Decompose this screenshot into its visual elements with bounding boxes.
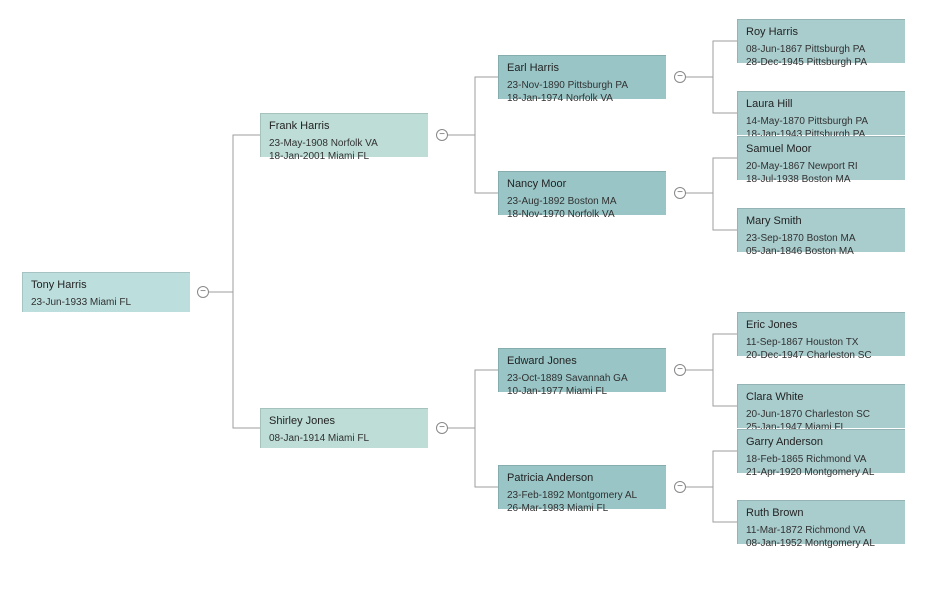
person-death: 28-Dec-1945 Pittsburgh PA bbox=[746, 56, 897, 70]
person-name: Nancy Moor bbox=[507, 177, 658, 192]
person-death: 21-Apr-1920 Montgomery AL bbox=[746, 466, 897, 480]
person-birth: 08-Jan-1914 Miami FL bbox=[269, 432, 420, 446]
person-death: 26-Mar-1983 Miami FL bbox=[507, 502, 658, 516]
person-death: 20-Dec-1947 Charleston SC bbox=[746, 349, 897, 363]
person-name: Clara White bbox=[746, 390, 897, 405]
person-birth: 23-Nov-1890 Pittsburgh PA bbox=[507, 79, 658, 93]
person-death: 18-Jan-1974 Norfolk VA bbox=[507, 92, 658, 106]
person-name: Tony Harris bbox=[31, 278, 182, 293]
person-node-great-grandparent[interactable]: Roy Harris 08-Jun-1867 Pittsburgh PA 28-… bbox=[737, 19, 905, 63]
person-death: 18-Jan-2001 Miami FL bbox=[269, 150, 420, 164]
person-birth: 23-Feb-1892 Montgomery AL bbox=[507, 489, 658, 503]
person-node-maternal-grandmother[interactable]: Patricia Anderson 23-Feb-1892 Montgomery… bbox=[498, 465, 666, 509]
person-birth: 14-May-1870 Pittsburgh PA bbox=[746, 115, 897, 129]
person-node-father[interactable]: Frank Harris 23-May-1908 Norfolk VA 18-J… bbox=[260, 113, 428, 157]
collapse-toggle[interactable]: − bbox=[436, 129, 448, 141]
person-birth: 23-Jun-1933 Miami FL bbox=[31, 296, 182, 310]
person-birth: 20-May-1867 Newport RI bbox=[746, 160, 897, 174]
collapse-toggle[interactable]: − bbox=[674, 71, 686, 83]
person-name: Laura Hill bbox=[746, 97, 897, 112]
person-name: Edward Jones bbox=[507, 354, 658, 369]
person-node-great-grandparent[interactable]: Clara White 20-Jun-1870 Charleston SC 25… bbox=[737, 384, 905, 428]
person-name: Garry Anderson bbox=[746, 435, 897, 450]
person-birth: 23-May-1908 Norfolk VA bbox=[269, 137, 420, 151]
person-node-paternal-grandfather[interactable]: Earl Harris 23-Nov-1890 Pittsburgh PA 18… bbox=[498, 55, 666, 99]
person-node-great-grandparent[interactable]: Laura Hill 14-May-1870 Pittsburgh PA 18-… bbox=[737, 91, 905, 135]
person-birth: 23-Aug-1892 Boston MA bbox=[507, 195, 658, 209]
person-death: 18-Nov-1970 Norfolk VA bbox=[507, 208, 658, 222]
person-node-root[interactable]: Tony Harris 23-Jun-1933 Miami FL bbox=[22, 272, 190, 312]
collapse-toggle[interactable]: − bbox=[674, 364, 686, 376]
person-name: Mary Smith bbox=[746, 214, 897, 229]
person-node-great-grandparent[interactable]: Mary Smith 23-Sep-1870 Boston MA 05-Jan-… bbox=[737, 208, 905, 252]
person-name: Samuel Moor bbox=[746, 142, 897, 157]
person-node-great-grandparent[interactable]: Eric Jones 11-Sep-1867 Houston TX 20-Dec… bbox=[737, 312, 905, 356]
collapse-toggle[interactable]: − bbox=[436, 422, 448, 434]
person-node-maternal-grandfather[interactable]: Edward Jones 23-Oct-1889 Savannah GA 10-… bbox=[498, 348, 666, 392]
person-birth: 11-Mar-1872 Richmond VA bbox=[746, 524, 897, 538]
collapse-toggle[interactable]: − bbox=[674, 187, 686, 199]
collapse-toggle[interactable]: − bbox=[197, 286, 209, 298]
person-name: Frank Harris bbox=[269, 119, 420, 134]
collapse-toggle[interactable]: − bbox=[674, 481, 686, 493]
person-name: Ruth Brown bbox=[746, 506, 897, 521]
person-birth: 08-Jun-1867 Pittsburgh PA bbox=[746, 43, 897, 57]
person-birth: 20-Jun-1870 Charleston SC bbox=[746, 408, 897, 422]
person-death: 05-Jan-1846 Boston MA bbox=[746, 245, 897, 259]
person-node-mother[interactable]: Shirley Jones 08-Jan-1914 Miami FL bbox=[260, 408, 428, 448]
person-birth: 11-Sep-1867 Houston TX bbox=[746, 336, 897, 350]
person-death: 10-Jan-1977 Miami FL bbox=[507, 385, 658, 399]
person-node-great-grandparent[interactable]: Ruth Brown 11-Mar-1872 Richmond VA 08-Ja… bbox=[737, 500, 905, 544]
person-name: Shirley Jones bbox=[269, 414, 420, 429]
person-name: Earl Harris bbox=[507, 61, 658, 76]
person-birth: 23-Sep-1870 Boston MA bbox=[746, 232, 897, 246]
family-tree-canvas: Tony Harris 23-Jun-1933 Miami FL − Frank… bbox=[0, 0, 927, 600]
person-birth: 18-Feb-1865 Richmond VA bbox=[746, 453, 897, 467]
person-name: Eric Jones bbox=[746, 318, 897, 333]
person-name: Patricia Anderson bbox=[507, 471, 658, 486]
person-death: 08-Jan-1952 Montgomery AL bbox=[746, 537, 897, 551]
person-node-great-grandparent[interactable]: Garry Anderson 18-Feb-1865 Richmond VA 2… bbox=[737, 429, 905, 473]
person-birth: 23-Oct-1889 Savannah GA bbox=[507, 372, 658, 386]
person-name: Roy Harris bbox=[746, 25, 897, 40]
person-node-paternal-grandmother[interactable]: Nancy Moor 23-Aug-1892 Boston MA 18-Nov-… bbox=[498, 171, 666, 215]
person-death: 18-Jul-1938 Boston MA bbox=[746, 173, 897, 187]
person-node-great-grandparent[interactable]: Samuel Moor 20-May-1867 Newport RI 18-Ju… bbox=[737, 136, 905, 180]
